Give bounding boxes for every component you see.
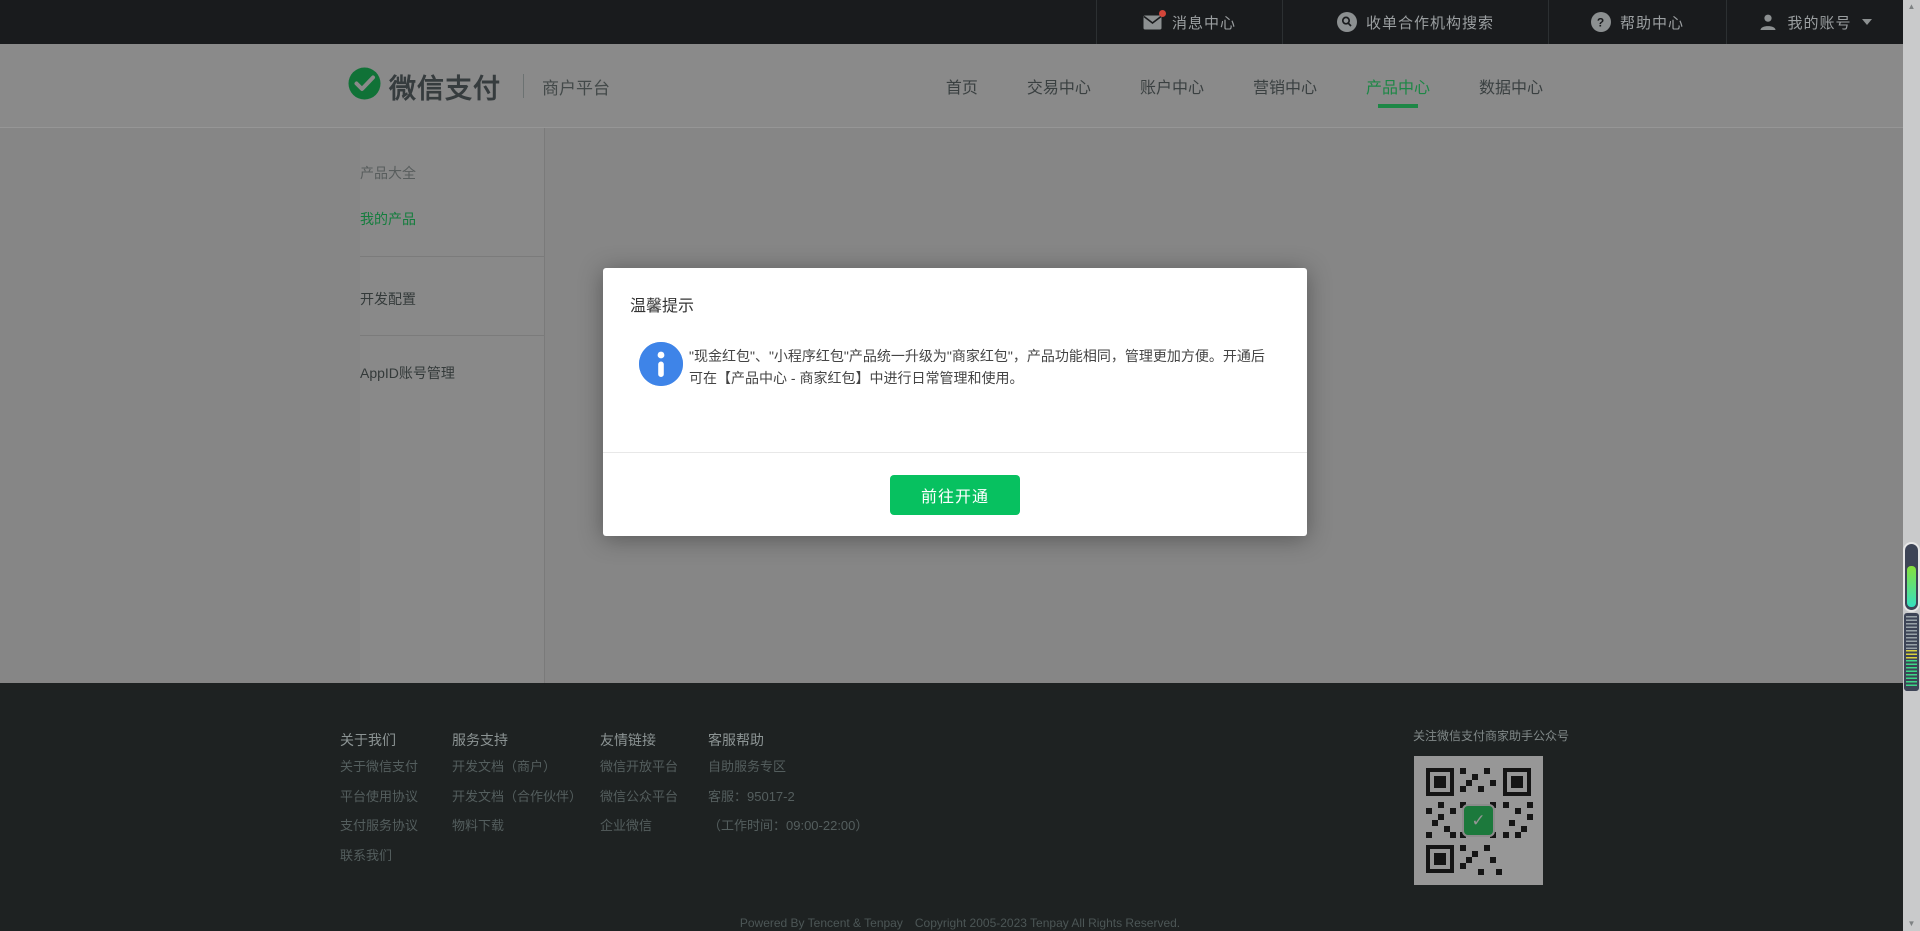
dialog-message-line1: "现金红包"、"小程序红包"产品统一升级为"商家红包"，产品功能相同，管理更加方… [689, 345, 1265, 367]
page-scrollbar-track[interactable]: ▲ ▼ [1903, 0, 1920, 931]
dialog-title: 温馨提示 [603, 268, 1307, 316]
info-icon [639, 342, 683, 386]
stripe-block-green [1906, 660, 1917, 686]
stripe-block-gray [1906, 616, 1917, 650]
notice-dialog: 温馨提示 "现金红包"、"小程序红包"产品统一升级为"商家红包"，产品功能相同，… [603, 268, 1307, 536]
dialog-message-line2: 可在【产品中心 - 商家红包】中进行日常管理和使用。 [689, 367, 1265, 389]
scrollbar-marker-striped[interactable] [1904, 613, 1919, 691]
scroll-down-arrow-icon[interactable]: ▼ [1903, 917, 1920, 931]
scrollbar-marker-gradient[interactable] [1905, 544, 1918, 610]
go-activate-button[interactable]: 前往开通 [890, 475, 1020, 515]
gradient-fill [1907, 566, 1916, 607]
dialog-footer: 前往开通 [603, 452, 1307, 536]
scroll-up-arrow-icon[interactable]: ▲ [1903, 0, 1920, 14]
dialog-message: "现金红包"、"小程序红包"产品统一升级为"商家红包"，产品功能相同，管理更加方… [689, 342, 1265, 389]
stripe-block-yellow [1906, 650, 1917, 660]
dialog-body: "现金红包"、"小程序红包"产品统一升级为"商家红包"，产品功能相同，管理更加方… [639, 342, 1279, 389]
merchant-platform-page: 消息中心 收单合作机构搜索 ? 帮助中心 我的账号 [0, 0, 1920, 931]
